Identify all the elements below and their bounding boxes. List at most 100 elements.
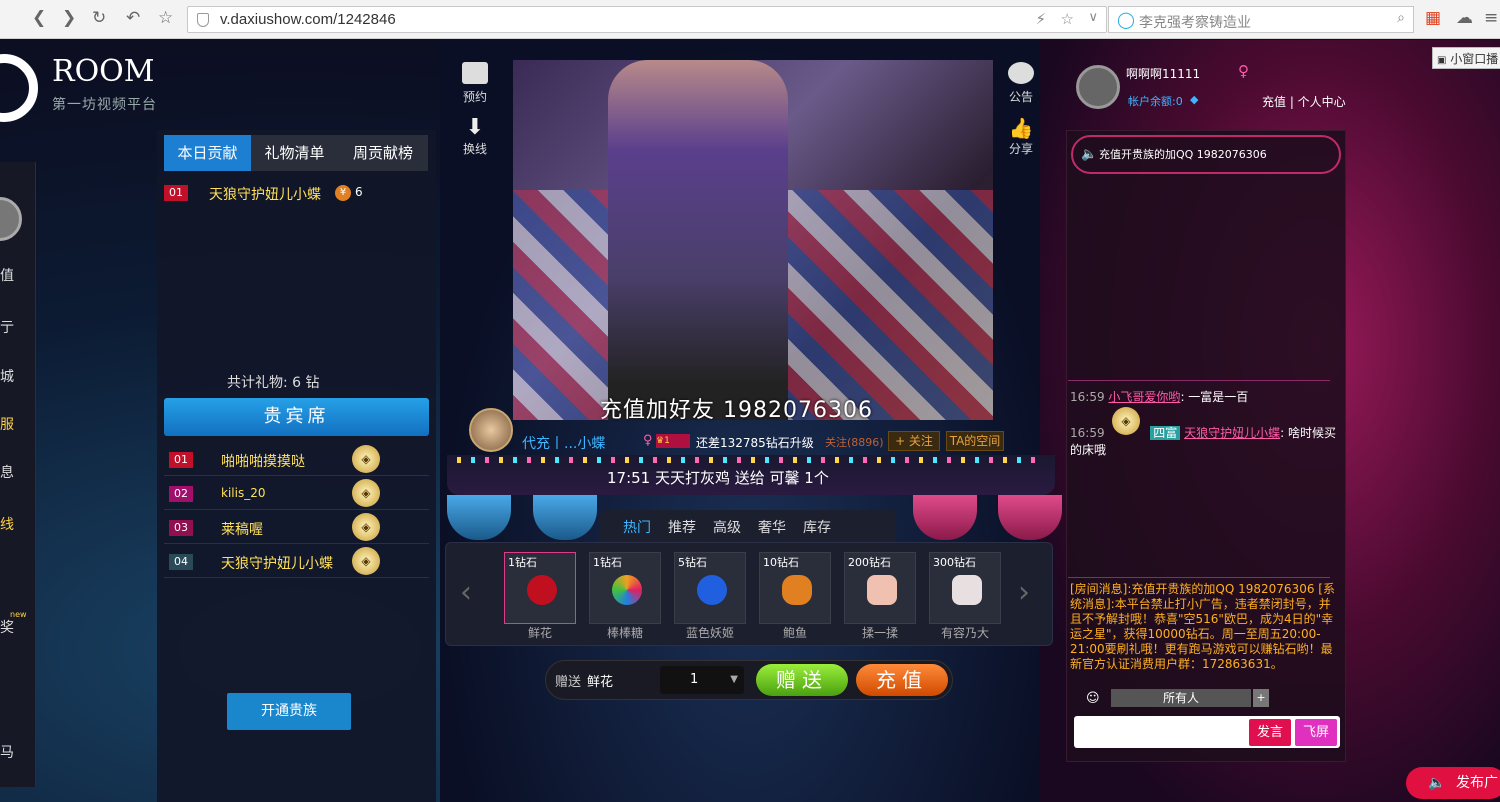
undo-icon[interactable]: ↶ bbox=[126, 8, 140, 28]
gift-name: 蓝色妖姬 bbox=[685, 626, 734, 640]
tab-weekly[interactable]: 周贡献榜 bbox=[338, 135, 428, 171]
tab-luxury[interactable]: 奢华 bbox=[758, 517, 786, 537]
chat-user[interactable]: 小飞哥爱你哟 bbox=[1108, 390, 1180, 404]
search-icon[interactable]: ⌕ bbox=[1397, 10, 1405, 26]
add-icon[interactable]: + bbox=[1253, 689, 1269, 707]
notice-bar: 🔈 充值开贵族的加QQ 1982076306 bbox=[1071, 135, 1341, 174]
forward-icon[interactable]: ❯ bbox=[62, 8, 76, 28]
speaker-icon: 🔈 bbox=[1081, 147, 1098, 162]
upgrade-hint: 还差132785钻石升级 bbox=[696, 436, 814, 450]
video-player[interactable] bbox=[513, 60, 993, 420]
browser-toolbar: ❮ ❯ ↻ ↶ ☆ v.daxiushow.com/1242846 ⚡ ☆ ∨ … bbox=[0, 0, 1500, 39]
chat-time: 16:59 bbox=[1070, 390, 1105, 404]
reserve-label: 预约 bbox=[462, 90, 487, 104]
gift-item[interactable]: 200钻石 bbox=[844, 552, 916, 624]
speak-button[interactable]: 发言 bbox=[1249, 719, 1291, 746]
prev-arrow-icon[interactable]: ‹ bbox=[460, 575, 472, 610]
gift-item[interactable]: 5钻石 bbox=[674, 552, 746, 624]
apps-icon[interactable]: ▦ bbox=[1425, 8, 1441, 28]
list-item[interactable]: 04 天狼守护妞儿小蝶 ◈ bbox=[164, 545, 429, 578]
lace-icon bbox=[952, 575, 982, 605]
nav-item-recharge[interactable]: 值 bbox=[0, 265, 36, 285]
system-message: [房间消息]:充值开贵族的加QQ 1982076306 [系统消息]:本平台禁止… bbox=[1070, 582, 1335, 671]
gift-item[interactable]: 300钻石 bbox=[929, 552, 1001, 624]
recharge-button[interactable]: 充值 bbox=[856, 664, 948, 696]
lightning-icon[interactable]: ⚡ bbox=[1035, 10, 1046, 28]
small-window-button[interactable]: ▣ 小窗口播 bbox=[1432, 47, 1500, 69]
nav-item-hall[interactable]: 亍 bbox=[0, 317, 36, 337]
vip-name: 天狼守护妞儿小蝶 bbox=[221, 556, 333, 572]
switch-line-button[interactable]: ⬇ 换线 bbox=[458, 116, 492, 157]
publish-label: 发布广 bbox=[1456, 775, 1498, 791]
contribution-panel: 本日贡献 礼物清单 周贡献榜 01 天狼守护妞儿小蝶 ¥ 6 共计礼物: 6 钻… bbox=[157, 130, 436, 802]
vip-name: 啪啪啪摸摸哒 bbox=[221, 454, 305, 470]
gift-item[interactable]: 10钻石 bbox=[759, 552, 831, 624]
gift-item[interactable]: 1钻石 bbox=[589, 552, 661, 624]
user-name: 啊啊啊11111 bbox=[1126, 67, 1201, 81]
list-item[interactable]: 01 啪啪啪摸摸哒 ◈ bbox=[164, 443, 429, 476]
star-icon[interactable]: ☆ bbox=[158, 8, 173, 28]
nav-item-mall[interactable]: 城 bbox=[0, 366, 36, 386]
tab-recommend[interactable]: 推荐 bbox=[668, 517, 696, 537]
tab-gift-list[interactable]: 礼物清单 bbox=[251, 135, 338, 171]
user-balance: 帐户余额:0 bbox=[1128, 95, 1183, 108]
address-bar[interactable]: v.daxiushow.com/1242846 ⚡ ☆ ∨ bbox=[187, 6, 1107, 33]
rank-badge: 01 bbox=[169, 452, 193, 468]
follow-button[interactable]: + 关注 bbox=[888, 431, 940, 451]
chat-target-select[interactable]: 所有人 bbox=[1111, 689, 1251, 707]
back-icon[interactable]: ❮ bbox=[32, 8, 46, 28]
tab-hot[interactable]: 热门 bbox=[623, 517, 651, 537]
dropdown-icon[interactable]: ∨ bbox=[1088, 10, 1098, 25]
menu-icon[interactable]: ≡ bbox=[1484, 8, 1498, 28]
rank-badge: 01 bbox=[164, 185, 188, 201]
rank-badge: 03 bbox=[169, 520, 193, 536]
user-avatar[interactable] bbox=[1076, 65, 1120, 109]
reload-icon[interactable]: ↻ bbox=[92, 8, 106, 28]
rich-badge: 四富 bbox=[1150, 426, 1181, 440]
favorite-icon[interactable]: ☆ bbox=[1061, 10, 1074, 28]
ta-space-button[interactable]: TA的空间 bbox=[946, 431, 1004, 451]
vip-name: 莱稿喔 bbox=[221, 522, 263, 538]
nav-item-line[interactable]: 线 bbox=[0, 514, 36, 534]
reserve-button[interactable]: 预约 bbox=[458, 62, 492, 105]
give-button[interactable]: 赠送 bbox=[756, 664, 848, 696]
nav-item-horse[interactable]: 马 bbox=[0, 742, 36, 762]
tab-advanced[interactable]: 高级 bbox=[713, 517, 741, 537]
page-background: ROOM 第一坊视频平台 值 亍 城 服 息 线 奖 new 马 本日贡献 礼物… bbox=[0, 40, 1500, 802]
open-noble-button[interactable]: 开通贵族 bbox=[227, 693, 351, 730]
chat-time: 16:59 bbox=[1070, 426, 1105, 440]
nav-item-message[interactable]: 息 bbox=[0, 462, 36, 482]
user-links[interactable]: 充值 | 个人中心 bbox=[1262, 93, 1346, 110]
tab-inventory[interactable]: 库存 bbox=[803, 517, 831, 537]
host-avatar[interactable] bbox=[469, 408, 513, 452]
chat-user[interactable]: 天狼守护妞儿小蝶 bbox=[1184, 426, 1280, 440]
list-item[interactable]: 02 kilis_20 ◈ bbox=[164, 477, 429, 510]
rose-icon bbox=[527, 575, 557, 605]
emoji-icon[interactable]: ☺ bbox=[1086, 691, 1100, 706]
top-contributor[interactable]: 天狼守护妞儿小蝶 bbox=[209, 184, 321, 204]
blue-rose-icon bbox=[697, 575, 727, 605]
nav-item-prize[interactable]: 奖 bbox=[0, 617, 36, 637]
calendar-icon bbox=[462, 62, 488, 84]
speaker-icon: 🔈 bbox=[1428, 775, 1446, 791]
list-item[interactable]: 03 莱稿喔 ◈ bbox=[164, 511, 429, 544]
next-arrow-icon[interactable]: › bbox=[1018, 575, 1030, 610]
diamond-icon: ◆ bbox=[1190, 93, 1199, 106]
cloud-icon[interactable]: ☁ bbox=[1456, 8, 1473, 28]
nav-item-service[interactable]: 服 bbox=[0, 414, 36, 434]
logo-mark bbox=[0, 54, 38, 122]
host-name[interactable]: 代充丨...小蝶 bbox=[522, 433, 605, 453]
left-nav: 值 亍 城 服 息 线 奖 new 马 bbox=[0, 162, 36, 787]
avatar[interactable] bbox=[0, 197, 22, 241]
fly-screen-button[interactable]: 飞屏 bbox=[1295, 719, 1337, 746]
quantity-select[interactable]: 1 ▼ bbox=[660, 666, 744, 694]
publish-button[interactable]: 🔈 发布广 bbox=[1406, 767, 1500, 799]
female-icon: ♀ bbox=[643, 433, 653, 448]
notice-button[interactable]: 公告 bbox=[1004, 62, 1038, 105]
small-window-label: 小窗口播 bbox=[1450, 52, 1499, 66]
share-button[interactable]: 👍 分享 bbox=[1004, 116, 1038, 157]
rank-badge: 04 bbox=[169, 554, 193, 570]
gift-item[interactable]: 1钻石 bbox=[504, 552, 576, 624]
search-box[interactable]: ◯ 李克强考察铸造业 ⌕ bbox=[1108, 6, 1414, 33]
tab-daily[interactable]: 本日贡献 bbox=[164, 135, 251, 171]
